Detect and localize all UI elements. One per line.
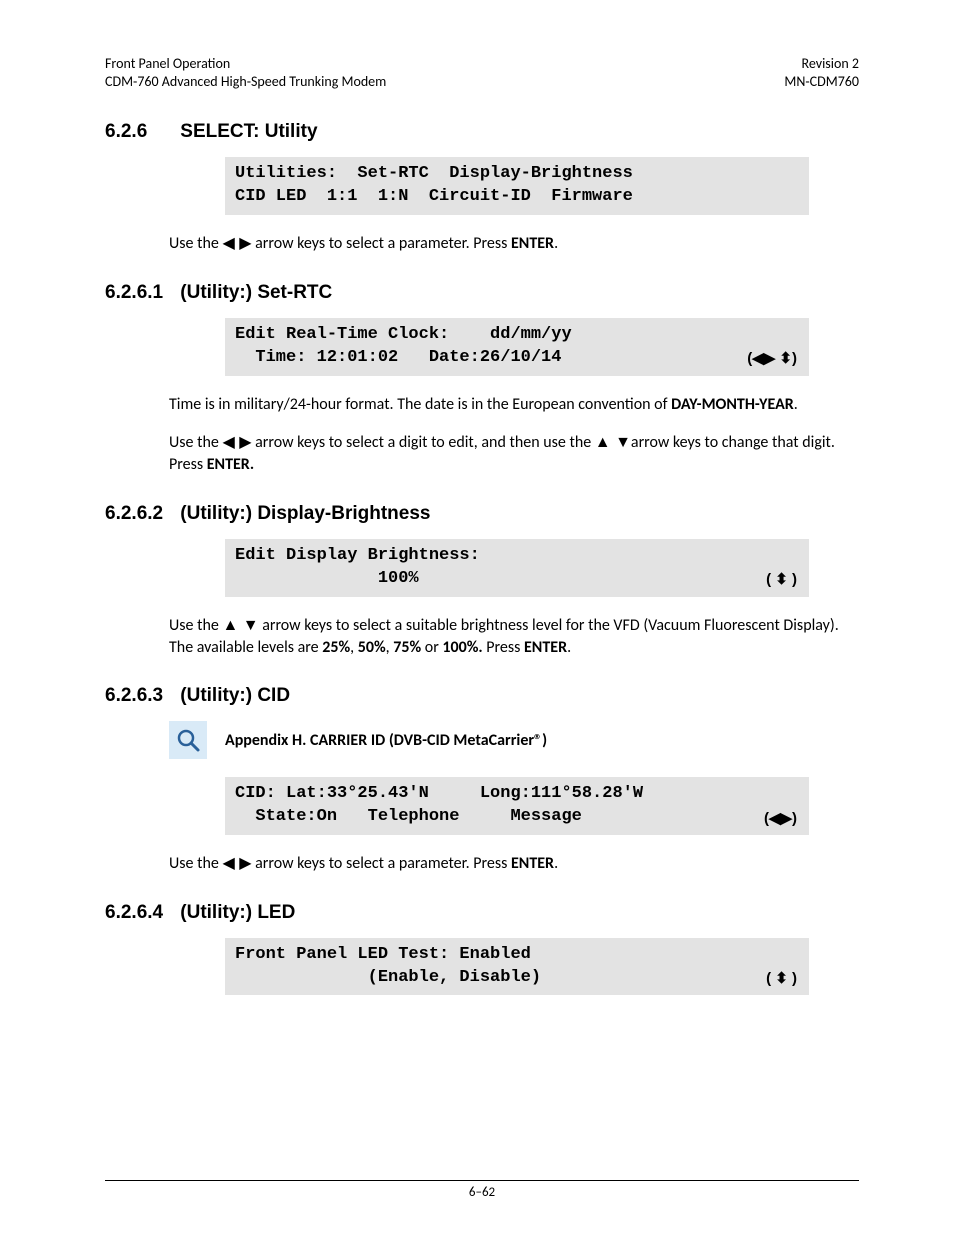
section-number: 6.2.6.3 [105,685,175,707]
nav-arrows-icon: (◀▶ ⬍) [747,349,797,369]
section-title: (Utility:) LED [180,902,295,923]
lcd-display-utility: Utilities: Set-RTC Display-Brightness CI… [225,157,809,215]
page-header: Front Panel Operation CDM-760 Advanced H… [105,55,859,91]
left-right-arrow-icon: ◀ ▶ [222,434,251,451]
reference-text: Appendix H. CARRIER ID (DVB-CID MetaCarr… [225,731,547,750]
lcd-display-cid: CID: Lat:33°25.43'N Long:111°58.28'W Sta… [225,777,809,835]
section-heading-6-2-6-4: 6.2.6.4 (Utility:) LED [105,902,859,924]
body-text: Use the ◀ ▶ arrow keys to select a param… [169,853,859,875]
body-text: Use the ▲ ▼ arrow keys to select a suita… [169,615,859,660]
section-title: (Utility:) CID [180,685,290,706]
lcd-display-led: Front Panel LED Test: Enabled (Enable, D… [225,938,809,996]
section-heading-6-2-6-3: 6.2.6.3 (Utility:) CID [105,685,859,707]
page-number: 6–62 [469,1185,495,1200]
header-right-2: MN-CDM760 [784,73,859,91]
reference-callout: Appendix H. CARRIER ID (DVB-CID MetaCarr… [169,721,859,759]
lcd-display-rtc: Edit Real-Time Clock: dd/mm/yy Time: 12:… [225,318,809,376]
body-text: Use the ◀ ▶ arrow keys to select a digit… [169,432,859,477]
up-down-arrow-icon: ▲ ▼ [595,434,631,451]
up-down-arrow-icon: ▲ ▼ [222,617,258,634]
page-footer: 6–62 [105,1180,859,1200]
section-number: 6.2.6.2 [105,503,175,525]
section-title: SELECT: Utility [180,121,317,142]
magnifying-glass-icon [169,721,207,759]
section-number: 6.2.6.1 [105,282,175,304]
section-heading-6-2-6-2: 6.2.6.2 (Utility:) Display-Brightness [105,503,859,525]
left-right-arrow-icon: ◀ ▶ [222,855,251,872]
left-right-arrow-icon: ◀ ▶ [222,235,251,252]
section-title: (Utility:) Display-Brightness [180,503,430,524]
section-title: (Utility:) Set-RTC [180,282,332,303]
header-left-1: Front Panel Operation [105,55,386,73]
body-text: Time is in military/24-hour format. The … [169,394,859,416]
up-down-arrow-icon: ( ⬍ ) [766,969,797,989]
header-left-2: CDM-760 Advanced High-Speed Trunking Mod… [105,73,386,91]
section-heading-6-2-6: 6.2.6 SELECT: Utility [105,121,859,143]
header-right-1: Revision 2 [784,55,859,73]
section-number: 6.2.6 [105,121,175,143]
section-heading-6-2-6-1: 6.2.6.1 (Utility:) Set-RTC [105,282,859,304]
body-text: Use the ◀ ▶ arrow keys to select a param… [169,233,859,255]
up-down-arrow-icon: ( ⬍ ) [766,570,797,590]
lcd-display-brightness: Edit Display Brightness: 100%( ⬍ ) [225,539,809,597]
left-right-arrow-icon: (◀▶) [764,809,797,829]
section-number: 6.2.6.4 [105,902,175,924]
